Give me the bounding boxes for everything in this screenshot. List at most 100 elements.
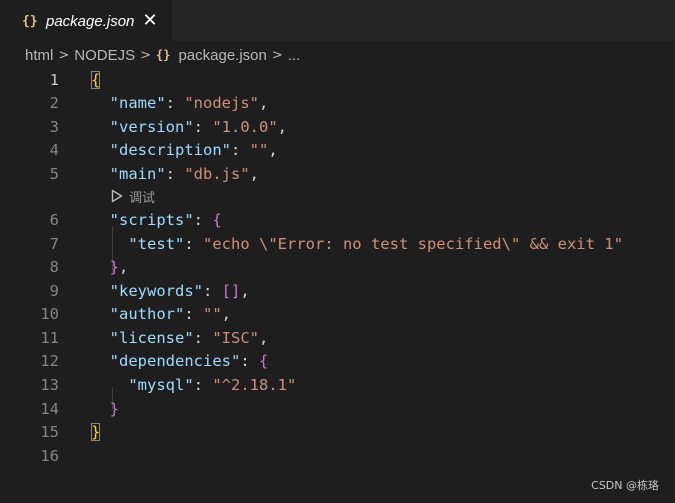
code-token: : (231, 141, 250, 159)
code-line[interactable]: 9 "keywords": [], (0, 280, 675, 303)
code-token: "license" (109, 329, 194, 347)
chevron-right-icon: > (58, 47, 70, 63)
line-number: 2 (49, 94, 59, 112)
code-line[interactable]: 15} (0, 421, 675, 444)
code-token: "^2.18.1" (212, 376, 297, 394)
code-token: "dependencies" (109, 352, 241, 370)
code-token: "1.0.0" (212, 118, 278, 136)
code-line[interactable]: 16 (0, 445, 675, 468)
line-number: 16 (40, 447, 59, 465)
code-token: } (109, 258, 120, 276)
code-token: , (240, 282, 250, 300)
line-number: 13 (40, 376, 59, 394)
code-token: , (119, 258, 129, 276)
line-number: 5 (49, 165, 59, 183)
code-token: "" (249, 141, 269, 159)
code-token: : (165, 94, 185, 112)
line-number: 9 (49, 282, 59, 300)
code-content: "scripts": { (91, 209, 222, 232)
code-line[interactable]: 12 "dependencies": { (0, 350, 675, 373)
line-number: 4 (49, 141, 59, 159)
code-token: "name" (109, 94, 166, 112)
code-token: "version" (109, 118, 194, 136)
code-token: : (203, 282, 222, 300)
code-editor[interactable]: 调试 1{2 "name": "nodejs", 3 "version": "1.… (0, 69, 675, 503)
line-number: 6 (49, 211, 59, 229)
code-line[interactable]: 14 } (0, 398, 675, 421)
code-content: "name": "nodejs", (91, 92, 269, 115)
json-braces-icon: {} (156, 48, 171, 62)
code-line[interactable]: 5 "main": "db.js", (0, 163, 675, 186)
code-content: "version": "1.0.0", (91, 116, 287, 139)
breadcrumb-item-package-json[interactable]: package.json (178, 47, 266, 64)
code-token: : (193, 118, 213, 136)
code-token: , (268, 141, 278, 159)
code-content: { (91, 69, 101, 92)
code-line[interactable]: 13 "mysql": "^2.18.1" (0, 374, 675, 397)
code-token: "" (203, 305, 222, 323)
code-token: "test" (128, 235, 185, 253)
watermark: CSDN @栋珞 (591, 479, 659, 492)
code-token: "echo \"Error: no test specified\" && ex… (203, 235, 623, 253)
codelens-label: 调试 (129, 190, 156, 206)
breadcrumb: html > NODEJS > {} package.json > ... (0, 41, 675, 69)
code-content: "description": "", (91, 139, 278, 162)
code-token: , (249, 165, 260, 183)
code-content: "main": "db.js", (91, 163, 259, 186)
code-line[interactable]: 10 "author": "", (0, 303, 675, 326)
breadcrumb-item-nodejs[interactable]: NODEJS (74, 47, 135, 64)
code-line[interactable]: 2 "name": "nodejs", (0, 92, 675, 115)
code-token: : (184, 305, 203, 323)
code-line[interactable]: 8 }, (0, 256, 675, 279)
line-number: 3 (49, 118, 59, 136)
chevron-right-icon: > (271, 47, 283, 63)
code-token: "nodejs" (184, 94, 259, 112)
code-line[interactable]: 6 "scripts": { (0, 209, 675, 232)
code-line[interactable]: 11 "license": "ISC", (0, 327, 675, 350)
code-token: , (277, 118, 288, 136)
code-token: : (165, 165, 185, 183)
code-line[interactable]: 1{ (0, 69, 675, 92)
code-token: : (193, 329, 213, 347)
code-token: { (212, 211, 222, 229)
close-icon[interactable]: ✕ (142, 12, 158, 30)
code-content: "license": "ISC", (91, 327, 269, 350)
code-token: : (193, 376, 213, 394)
code-content: } (91, 398, 119, 421)
code-token: , (221, 305, 232, 323)
code-line[interactable]: 3 "version": "1.0.0", (0, 116, 675, 139)
code-line[interactable]: 4 "description": "", (0, 139, 675, 162)
tab-package-json[interactable]: {} package.json ✕ (0, 0, 172, 42)
breadcrumb-item-html[interactable]: html (25, 47, 53, 64)
line-number: 14 (40, 400, 59, 418)
code-content: "test": "echo \"Error: no test specified… (91, 233, 623, 256)
chevron-right-icon: > (140, 47, 151, 63)
breadcrumb-item-more[interactable]: ... (288, 47, 301, 64)
code-token: : (184, 235, 203, 253)
codelens-debug[interactable]: 调试 (111, 186, 155, 206)
code-token: , (259, 94, 269, 112)
code-content: "author": "", (91, 303, 231, 326)
code-line[interactable]: 7 "test": "echo \"Error: no test specifi… (0, 233, 675, 256)
code-token: "mysql" (128, 376, 194, 394)
code-token: : (240, 352, 259, 370)
code-token: "author" (109, 305, 185, 323)
code-content: } (91, 421, 101, 444)
code-token: , (259, 329, 269, 347)
code-token: "keywords" (109, 282, 203, 300)
line-number: 1 (49, 71, 59, 89)
code-token: } (109, 400, 120, 418)
line-number: 15 (40, 423, 59, 441)
code-token: : (193, 211, 213, 229)
code-token: "scripts" (109, 211, 194, 229)
code-token: } (91, 423, 101, 441)
